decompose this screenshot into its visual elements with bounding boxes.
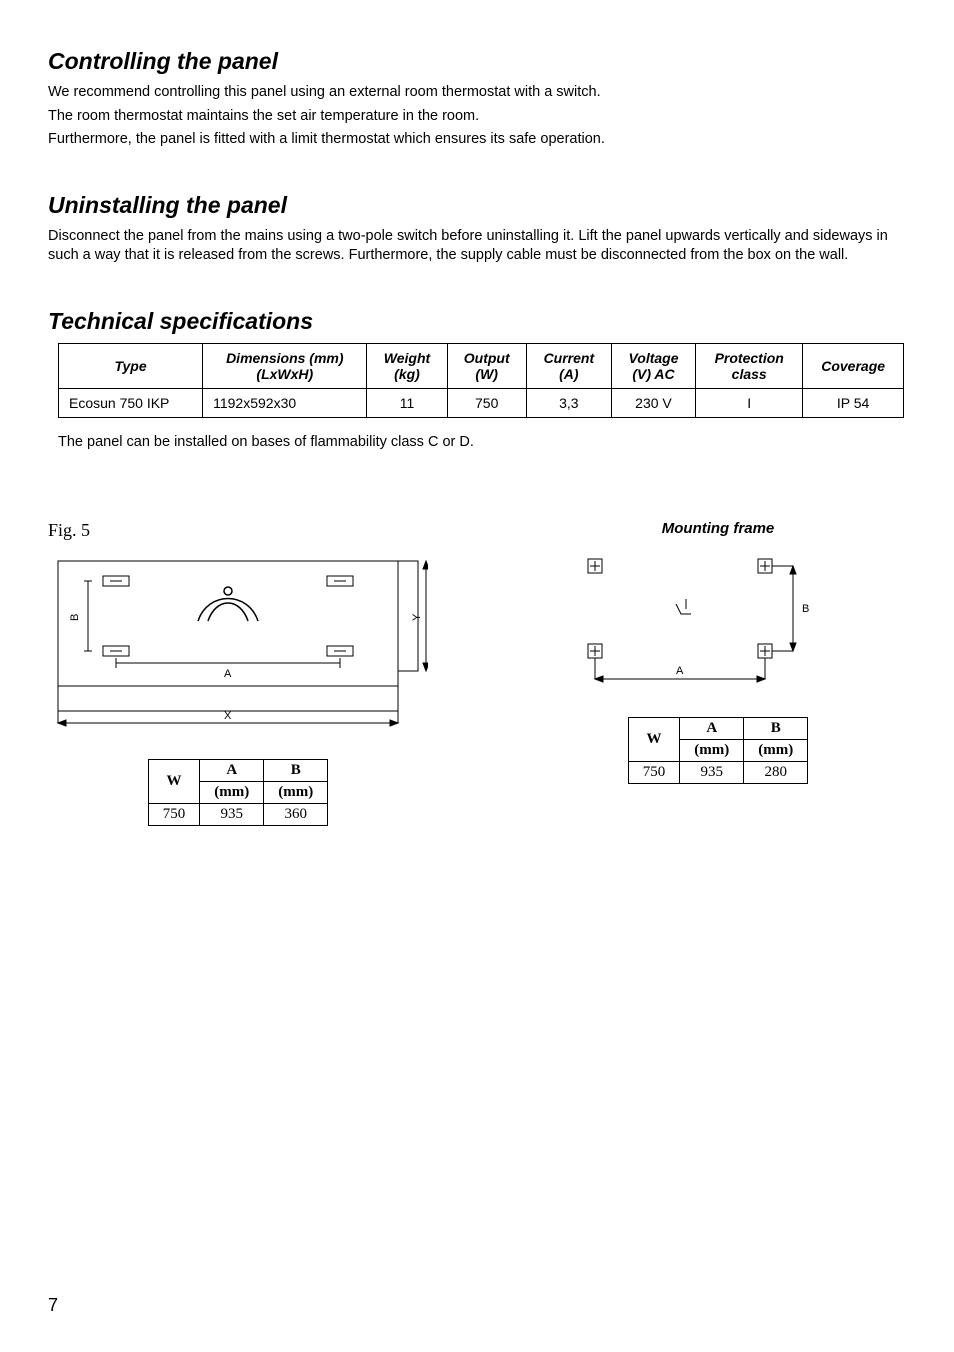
figures-row: Fig. 5 B (48, 520, 894, 826)
th-text: class (732, 366, 767, 382)
para: The room thermostat maintains the set ai… (48, 107, 894, 127)
td-b: 360 (264, 803, 328, 825)
para: Furthermore, the panel is fitted with a … (48, 130, 894, 150)
th-output: Output (W) (447, 343, 526, 388)
figure-mounting-frame: Mounting frame (568, 520, 868, 784)
heading-controlling: Controlling the panel (48, 48, 894, 75)
table-header-row: W A B (628, 717, 807, 739)
th-text: Voltage (628, 350, 678, 366)
th-a-unit: (mm) (200, 781, 264, 803)
figure-5-diagram: B Y A (48, 551, 428, 751)
heading-uninstalling: Uninstalling the panel (48, 192, 894, 219)
dim-y-label: Y (411, 613, 423, 621)
td-a: 935 (680, 761, 744, 783)
figure-5-label: Fig. 5 (48, 520, 428, 541)
th-a: A (200, 759, 264, 781)
th-volt: Voltage (V) AC (611, 343, 695, 388)
th-text: Weight (384, 350, 430, 366)
th-text: (W) (475, 366, 498, 382)
dim-b-label: B (802, 603, 809, 615)
th-text: (kg) (394, 366, 420, 382)
para: Disconnect the panel from the mains usin… (48, 227, 894, 266)
spec-note: The panel can be installed on bases of f… (58, 434, 894, 450)
table-row: 750 935 280 (628, 761, 807, 783)
td-type: Ecosun 750 IKP (59, 388, 203, 417)
th-a: A (680, 717, 744, 739)
th-text: (V) AC (632, 366, 674, 382)
td-volt: 230 V (611, 388, 695, 417)
th-text: (A) (559, 366, 578, 382)
td-current: 3,3 (526, 388, 611, 417)
th-b-unit: (mm) (744, 739, 808, 761)
spec-table: Type Dimensions (mm) (LxWxH) Weight (kg)… (58, 343, 904, 418)
th-dim: Dimensions (mm) (LxWxH) (203, 343, 367, 388)
th-type: Type (59, 343, 203, 388)
th-weight: Weight (kg) (367, 343, 447, 388)
td-b: 280 (744, 761, 808, 783)
th-text: Current (544, 350, 595, 366)
td-prot: I (696, 388, 803, 417)
dim-b-label: B (69, 613, 81, 620)
frame-wab-table: W A B (mm) (mm) 750 935 280 (628, 717, 808, 784)
td-a: 935 (200, 803, 264, 825)
td-dim: 1192x592x30 (203, 388, 367, 417)
table-header-row: W A B (148, 759, 327, 781)
mounting-frame-title: Mounting frame (568, 520, 868, 537)
th-prot: Protection class (696, 343, 803, 388)
th-current: Current (A) (526, 343, 611, 388)
th-text: Protection (715, 350, 784, 366)
mounting-frame-diagram: A B (568, 549, 828, 709)
section-tech: Technical specifications Type Dimensions… (48, 308, 894, 450)
fig5-wab-table: W A B (mm) (mm) 750 935 360 (148, 759, 328, 826)
td-coverage: IP 54 (803, 388, 904, 417)
td-w: 750 (148, 803, 200, 825)
th-b-unit: (mm) (264, 781, 328, 803)
td-w: 750 (628, 761, 680, 783)
para: We recommend controlling this panel usin… (48, 83, 894, 103)
th-text: (LxWxH) (256, 366, 313, 382)
figure-5: Fig. 5 B (48, 520, 428, 826)
td-weight: 11 (367, 388, 447, 417)
th-text: Dimensions (mm) (226, 350, 343, 366)
th-text: Output (464, 350, 510, 366)
table-row: 750 935 360 (148, 803, 327, 825)
section-uninstalling: Uninstalling the panel Disconnect the pa… (48, 192, 894, 266)
dim-a-label: A (676, 665, 684, 677)
th-w: W (628, 717, 680, 761)
th-coverage: Coverage (803, 343, 904, 388)
dim-a-label: A (224, 668, 232, 680)
dim-x-label: X (224, 710, 232, 722)
th-b: B (744, 717, 808, 739)
section-controlling: Controlling the panel We recommend contr… (48, 48, 894, 150)
th-a-unit: (mm) (680, 739, 744, 761)
th-w: W (148, 759, 200, 803)
th-b: B (264, 759, 328, 781)
table-header-row: Type Dimensions (mm) (LxWxH) Weight (kg)… (59, 343, 904, 388)
page-number: 7 (48, 1295, 58, 1316)
table-row: Ecosun 750 IKP 1192x592x30 11 750 3,3 23… (59, 388, 904, 417)
heading-tech: Technical specifications (48, 308, 894, 335)
td-output: 750 (447, 388, 526, 417)
